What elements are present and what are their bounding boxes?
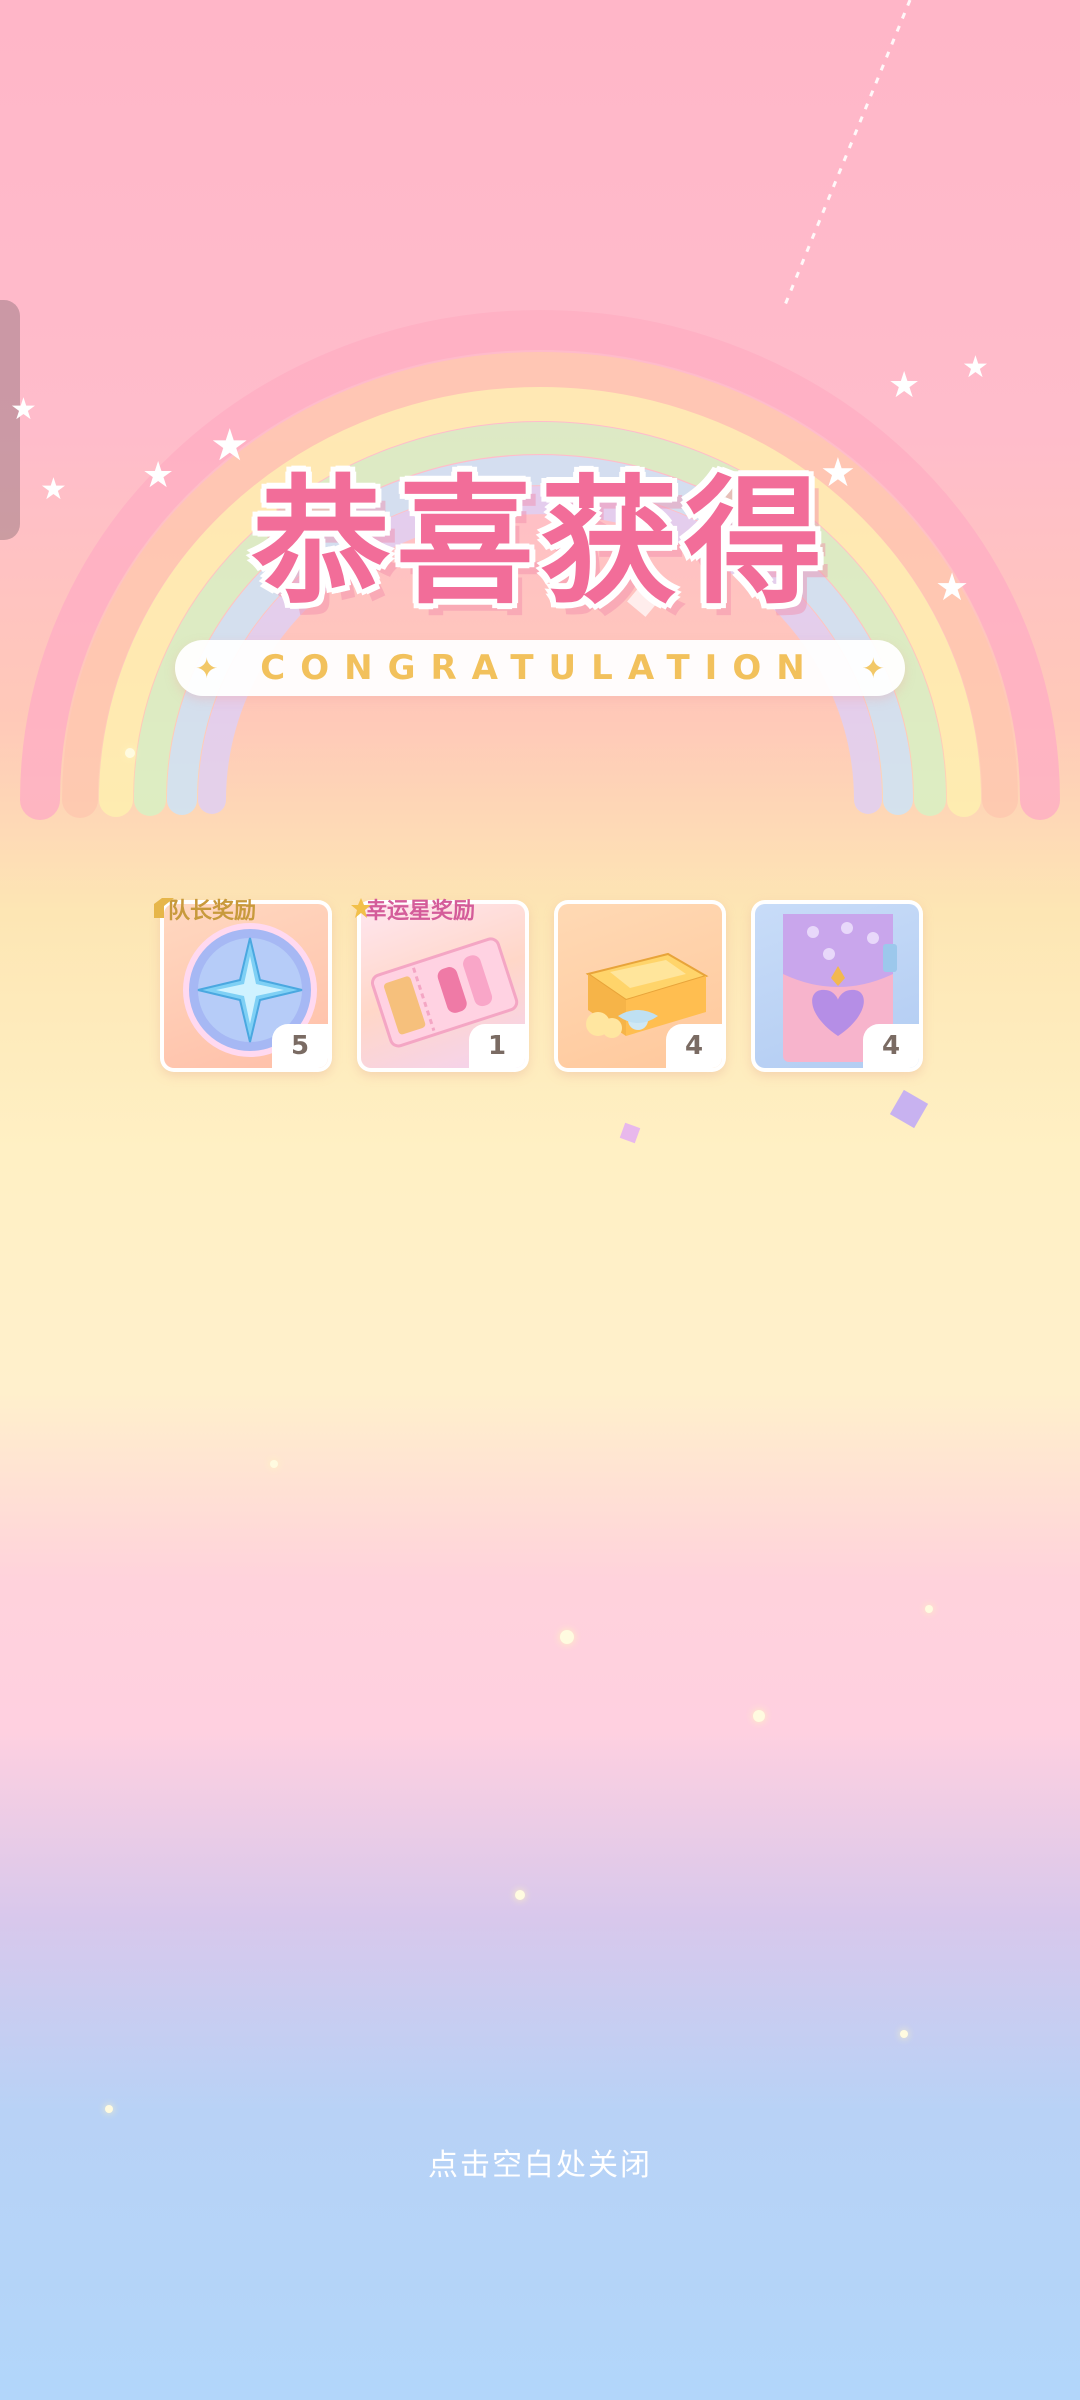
badge-corner-icon — [154, 898, 174, 918]
sparkle-dot — [125, 748, 135, 758]
reward-count: 1 — [469, 1024, 525, 1068]
star-icon: ★ — [962, 350, 989, 385]
reward-count: 5 — [272, 1024, 328, 1068]
star-icon: ★ — [888, 365, 921, 406]
reward-item-2[interactable]: 1 幸运星奖励 — [351, 898, 529, 1072]
sparkle-dot — [105, 2105, 113, 2113]
star-badge-icon — [351, 898, 371, 918]
reward-badge-label: 队长奖励 — [168, 899, 257, 924]
sparkle-icon: ✦ — [861, 652, 885, 685]
reward-item-1[interactable]: 5 队长奖励 — [154, 898, 332, 1072]
congratulation-banner: ✦ CONGRATULATION ✦ — [175, 640, 905, 696]
reward-badge: 队长奖励 — [154, 892, 262, 926]
reward-count: 4 — [666, 1024, 722, 1068]
sparkle-dot — [900, 2030, 908, 2038]
confetti-icon — [889, 1089, 929, 1129]
reward-item-4[interactable]: 4 — [751, 900, 923, 1072]
star-icon: ★ — [142, 455, 175, 496]
sparkle-dot — [270, 1460, 278, 1468]
reward-badge-label: 幸运星奖励 — [365, 899, 476, 924]
star-icon: ★ — [40, 472, 67, 507]
sparkle-dot — [925, 1605, 933, 1613]
star-icon: ★ — [935, 565, 970, 609]
congratulation-text: CONGRATULATION — [260, 648, 820, 688]
star-icon: ★ — [10, 392, 37, 427]
sparkle-dot — [560, 1630, 574, 1644]
confetti-icon — [619, 1122, 641, 1144]
page-title: 恭喜获得 — [251, 462, 828, 623]
sparkle-dot — [515, 1890, 525, 1900]
reward-count: 4 — [863, 1024, 919, 1068]
sparkle-icon: ✦ — [195, 652, 219, 685]
sparkle-dot — [753, 1710, 765, 1722]
reward-badge: 幸运星奖励 — [351, 892, 481, 926]
close-hint[interactable]: 点击空白处关闭 — [0, 2140, 1080, 2184]
reward-item-3[interactable]: 4 — [554, 900, 726, 1072]
